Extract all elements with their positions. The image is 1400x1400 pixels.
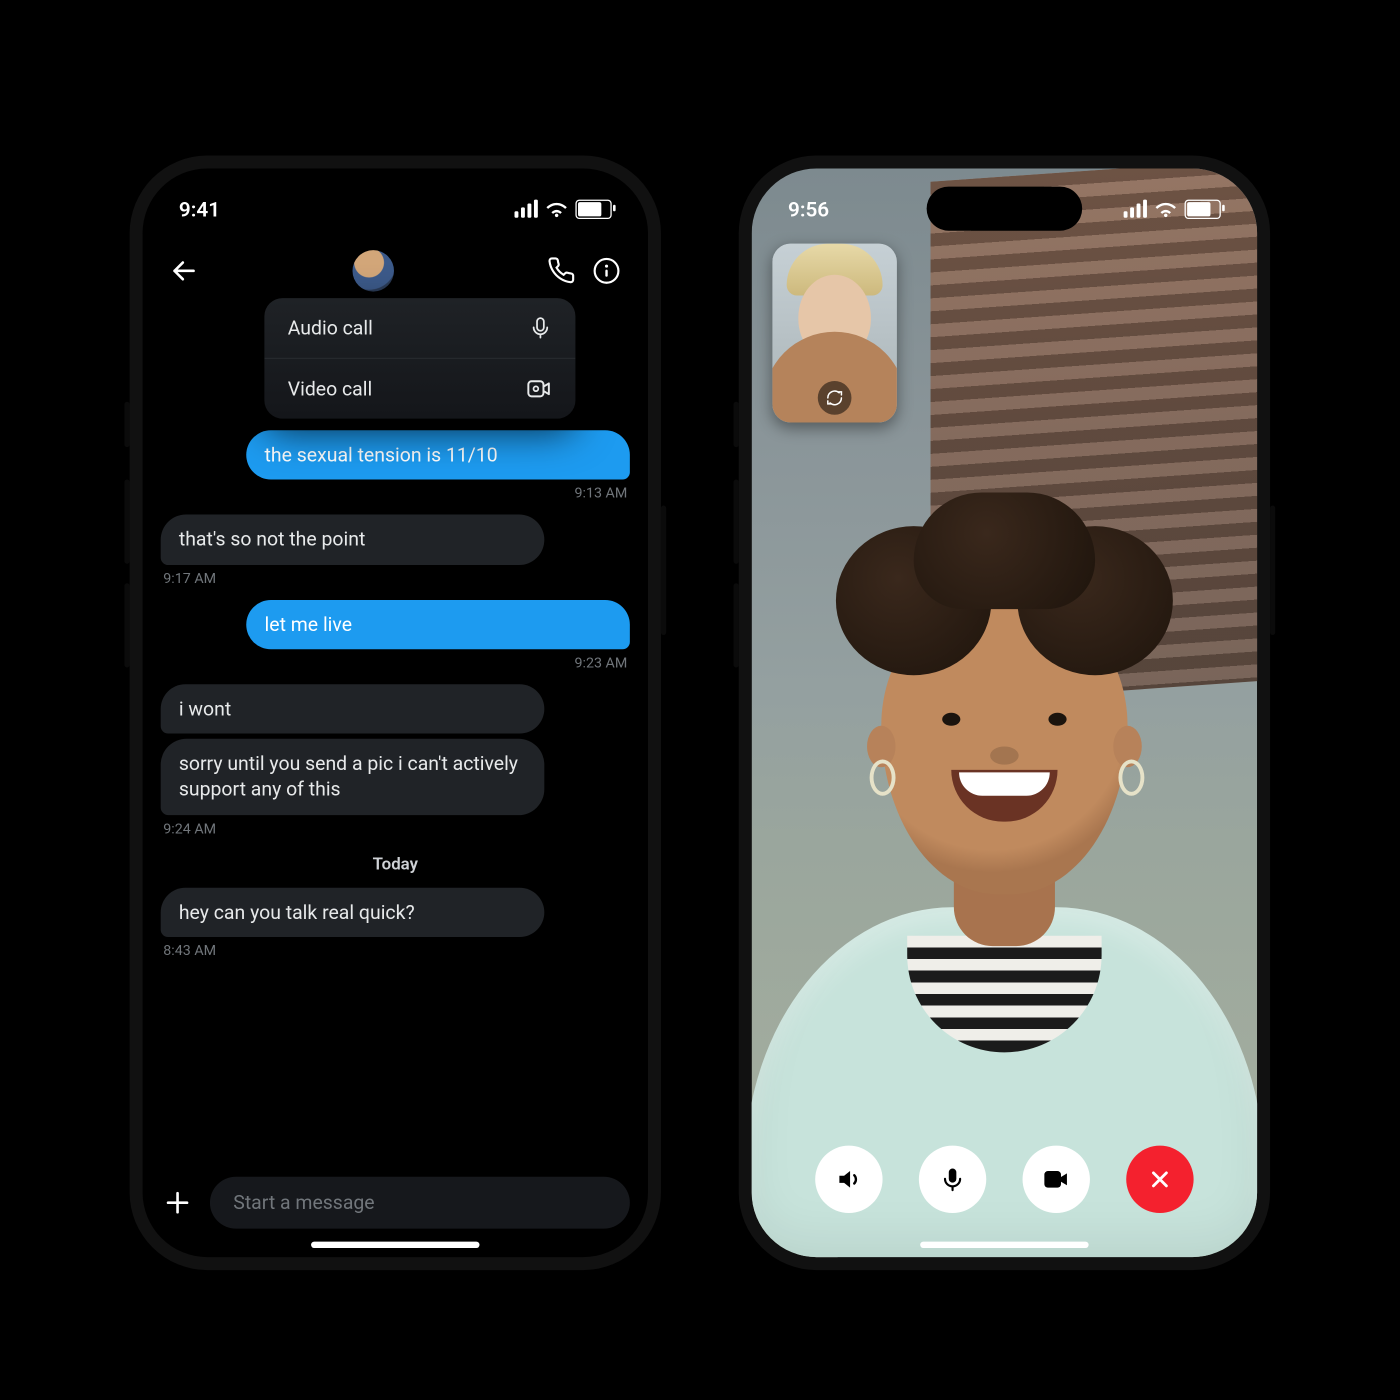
speaker-icon bbox=[835, 1165, 864, 1194]
message-in[interactable]: that's so not the point bbox=[161, 515, 544, 565]
wifi-icon bbox=[1155, 200, 1177, 217]
close-icon bbox=[1147, 1166, 1173, 1192]
day-separator: Today bbox=[161, 855, 630, 874]
add-attachment-button[interactable] bbox=[161, 1186, 195, 1220]
volume-down-button[interactable] bbox=[734, 480, 739, 564]
menu-item-video-call[interactable]: Video call bbox=[264, 358, 575, 419]
switch-camera-button[interactable] bbox=[818, 381, 852, 415]
phone-frame-left: 9:41 bbox=[130, 156, 661, 1271]
timestamp: 8:43 AM bbox=[163, 942, 627, 959]
silent-switch[interactable] bbox=[734, 583, 739, 667]
status-time: 9:56 bbox=[788, 196, 829, 221]
message-placeholder: Start a message bbox=[233, 1191, 374, 1214]
message-out[interactable]: the sexual tension is 11/10 bbox=[246, 430, 629, 480]
timestamp: 9:13 AM bbox=[163, 485, 627, 502]
back-button[interactable] bbox=[166, 253, 202, 289]
volume-down-button[interactable] bbox=[124, 480, 129, 564]
volume-up-button[interactable] bbox=[124, 402, 129, 447]
menu-label: Audio call bbox=[288, 316, 373, 339]
dynamic-island bbox=[927, 187, 1083, 231]
message-list: the sexual tension is 11/10 9:13 AM that… bbox=[143, 298, 648, 1146]
silent-switch[interactable] bbox=[124, 583, 129, 667]
menu-item-audio-call[interactable]: Audio call bbox=[264, 298, 575, 358]
end-call-button[interactable] bbox=[1126, 1146, 1193, 1213]
timestamp: 9:23 AM bbox=[163, 654, 627, 671]
message-in[interactable]: i wont bbox=[161, 684, 544, 734]
cellular-icon bbox=[515, 200, 538, 218]
video-icon bbox=[526, 377, 552, 400]
screen-left: 9:41 bbox=[143, 168, 648, 1257]
menu-label: Video call bbox=[288, 377, 373, 400]
battery-icon bbox=[575, 199, 611, 218]
plus-icon bbox=[163, 1188, 192, 1217]
conversation-header bbox=[143, 241, 648, 301]
power-button[interactable] bbox=[1270, 505, 1275, 635]
cellular-icon bbox=[1124, 200, 1147, 218]
screen-right: 9:56 bbox=[752, 168, 1257, 1257]
home-indicator[interactable] bbox=[920, 1242, 1088, 1248]
contact-avatar[interactable] bbox=[353, 250, 394, 291]
home-indicator[interactable] bbox=[311, 1242, 479, 1248]
volume-up-button[interactable] bbox=[734, 402, 739, 447]
message-out[interactable]: let me live bbox=[246, 599, 629, 649]
message-input[interactable]: Start a message bbox=[210, 1177, 630, 1229]
info-button[interactable] bbox=[588, 253, 624, 289]
mute-button[interactable] bbox=[919, 1146, 986, 1213]
composer: Start a message bbox=[143, 1177, 648, 1229]
power-button[interactable] bbox=[661, 505, 666, 635]
phone-frame-right: 9:56 bbox=[739, 156, 1270, 1271]
video-icon bbox=[1042, 1166, 1071, 1192]
remote-caller-portrait bbox=[752, 480, 1257, 1258]
switch-camera-icon bbox=[826, 389, 844, 407]
dynamic-island bbox=[318, 187, 474, 231]
call-controls bbox=[752, 1146, 1257, 1213]
message-in[interactable]: sorry until you send a pic i can't activ… bbox=[161, 739, 544, 815]
call-menu: Audio call Video call bbox=[264, 298, 575, 419]
status-time: 9:41 bbox=[179, 196, 220, 221]
call-button[interactable] bbox=[544, 253, 580, 289]
message-in[interactable]: hey can you talk real quick? bbox=[161, 887, 544, 937]
battery-icon bbox=[1185, 199, 1221, 218]
camera-button[interactable] bbox=[1023, 1146, 1090, 1213]
microphone-icon bbox=[529, 316, 552, 339]
speaker-button[interactable] bbox=[815, 1146, 882, 1213]
self-view-thumbnail[interactable] bbox=[772, 244, 896, 423]
timestamp: 9:24 AM bbox=[163, 820, 627, 837]
microphone-icon bbox=[940, 1165, 966, 1194]
wifi-icon bbox=[546, 200, 568, 217]
timestamp: 9:17 AM bbox=[163, 570, 627, 587]
